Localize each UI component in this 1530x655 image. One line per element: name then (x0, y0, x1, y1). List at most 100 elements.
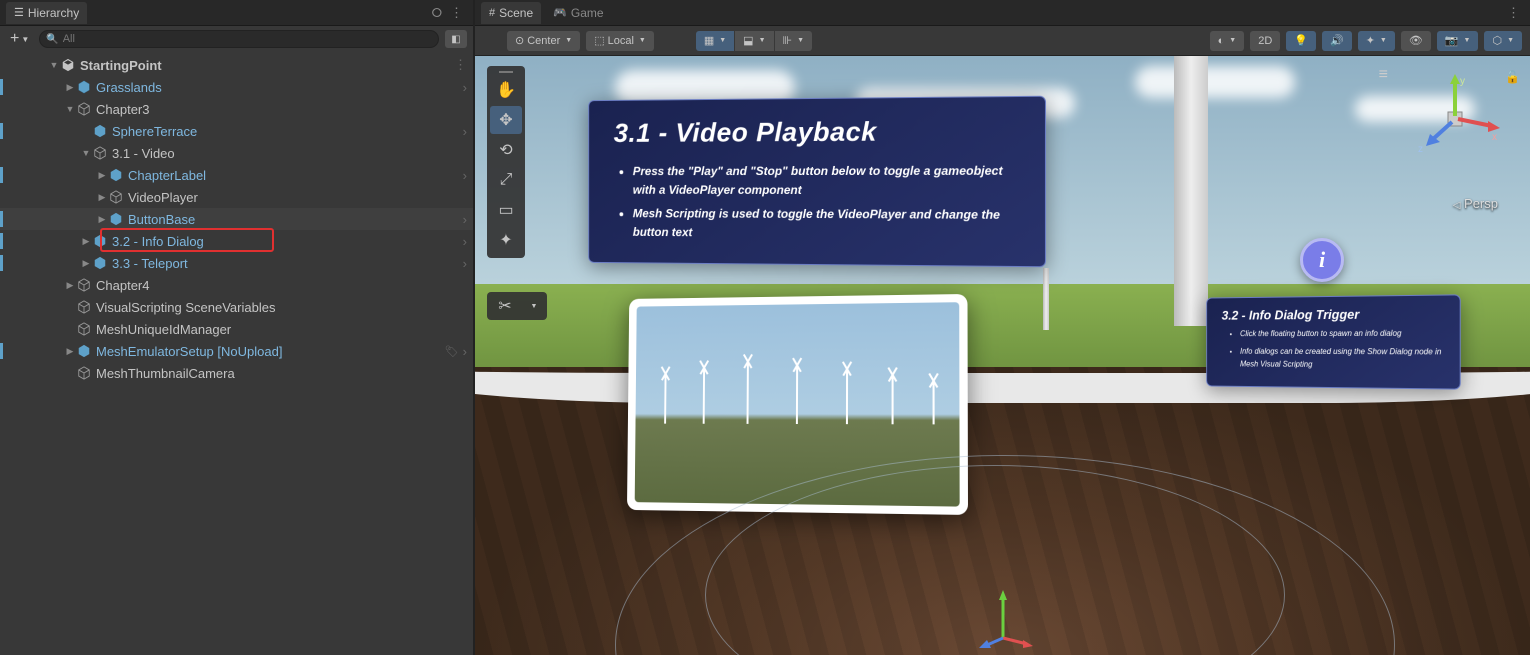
rect-tool-button[interactable]: ▭ (490, 196, 522, 224)
game-tab[interactable]: 🎮 Game (545, 2, 611, 24)
chevron-right-icon[interactable]: › (459, 212, 467, 227)
tree-row-grasslands[interactable]: ▶ Grasslands › (0, 76, 473, 98)
collapse-arrow-icon[interactable]: ▶ (80, 236, 92, 247)
collapse-arrow-icon[interactable]: ▶ (64, 346, 76, 357)
scene-viewport[interactable]: 3.1 - Video Playback Press the "Play" an… (475, 56, 1530, 655)
space-mode-dropdown[interactable]: ⬚ Local ▼ (586, 31, 654, 51)
drag-handle-icon[interactable] (487, 69, 525, 75)
prefab-cube-icon (92, 233, 108, 249)
draw-mode-dropdown[interactable]: ◐▼ (1210, 31, 1245, 51)
item-label: 3.2 - Info Dialog (112, 234, 459, 249)
move-icon: ✥ (499, 110, 512, 130)
chevron-right-icon[interactable]: › (459, 124, 467, 139)
lighting-toggle[interactable]: 💡 (1286, 31, 1316, 51)
tree-row-meshthumbnail[interactable]: ▶ MeshThumbnailCamera (0, 362, 473, 384)
item-label: VisualScripting SceneVariables (96, 300, 467, 315)
tree-row-sphereterrace[interactable]: ▶ SphereTerrace › (0, 120, 473, 142)
tree-row-meshunique[interactable]: ▶ MeshUniqueIdManager (0, 318, 473, 340)
transform-gizmo[interactable] (973, 588, 1033, 653)
tree-row-chapterlabel[interactable]: ▶ ChapterLabel › (0, 164, 473, 186)
chevron-right-icon[interactable]: › (459, 168, 467, 183)
unity-scene-icon (60, 57, 76, 73)
scene-row-startingpoint[interactable]: ▼ StartingPoint ⋮ (0, 54, 473, 76)
camera-button[interactable]: 📷▼ (1437, 31, 1479, 51)
card-title: 3.1 - Video Playback (614, 115, 1018, 148)
search-layer-button[interactable]: ◧ (445, 30, 467, 48)
tree-row-videoplayer[interactable]: ▶ VideoPlayer (0, 186, 473, 208)
space-label: Local (608, 35, 634, 47)
move-tool-button[interactable]: ✥ (490, 106, 522, 134)
expand-arrow-icon[interactable]: ▼ (48, 60, 60, 70)
tree-row-chapter4[interactable]: ▶ Chapter4 (0, 274, 473, 296)
lock-icon[interactable]: ⭘ (428, 5, 446, 21)
2d-label: 2D (1258, 35, 1272, 47)
item-label: MeshUniqueIdManager (96, 322, 467, 337)
hand-tool-button[interactable]: ✋ (490, 76, 522, 104)
transform-tool-button[interactable]: ✦ (490, 226, 522, 254)
shaded-icon: ◐ (1218, 35, 1225, 47)
create-dropdown[interactable]: + ▼ (6, 28, 33, 50)
gameobject-cube-icon (76, 299, 92, 315)
chevron-right-icon[interactable]: › (459, 80, 467, 95)
context-menu-icon[interactable]: ⋮ (450, 57, 467, 73)
tag-icon: 🏷 (441, 345, 459, 358)
item-label: 3.3 - Teleport (112, 256, 459, 271)
fx-toggle[interactable]: ✦▼ (1358, 31, 1395, 51)
snap-settings-button[interactable]: ⬓▼ (735, 31, 774, 51)
collapse-arrow-icon[interactable]: ▶ (96, 192, 108, 203)
fx-icon: ✦ (1366, 34, 1375, 47)
item-label: ButtonBase (128, 212, 459, 227)
scale-tool-button[interactable]: ⤢ (490, 166, 522, 194)
search-input[interactable] (63, 33, 432, 45)
custom-tool-dropdown[interactable]: ▼ (524, 295, 542, 317)
gizmos-dropdown[interactable]: ⬡▼ (1484, 31, 1522, 51)
caret-down-icon: ▼ (719, 37, 726, 44)
audio-toggle[interactable]: 🔊 (1322, 31, 1352, 51)
item-label: Grasslands (96, 80, 459, 95)
scene-pillar (1043, 268, 1049, 330)
collapse-arrow-icon[interactable]: ▶ (64, 280, 76, 291)
panel-menu-icon[interactable]: ⋮ (1503, 5, 1524, 21)
chevron-right-icon[interactable]: › (459, 344, 467, 359)
orientation-gizmo[interactable]: y x z (1410, 74, 1500, 164)
2d-toggle[interactable]: 2D (1250, 31, 1280, 51)
hidden-toggle[interactable]: 👁 (1401, 31, 1431, 51)
overlay-menu-icon[interactable]: ≡ (1379, 66, 1390, 84)
pivot-mode-dropdown[interactable]: ⊙ Center ▼ (507, 31, 580, 51)
tree-row-33teleport[interactable]: ▶ 3.3 - Teleport › (0, 252, 473, 274)
card-bullet: Press the "Play" and "Stop" button below… (633, 162, 1018, 200)
camera-icon: 📷 (1445, 34, 1459, 47)
tree-row-meshemulator[interactable]: ▶ MeshEmulatorSetup [NoUpload] 🏷 › (0, 340, 473, 362)
grid-snap-button[interactable]: ▦▼ (696, 31, 735, 51)
hierarchy-tab[interactable]: ☰ Hierarchy (6, 2, 87, 24)
chevron-right-icon[interactable]: › (459, 234, 467, 249)
item-label: Chapter4 (96, 278, 467, 293)
collapse-arrow-icon[interactable]: ▶ (64, 82, 76, 93)
tree-row-chapter3[interactable]: ▼ Chapter3 (0, 98, 473, 120)
collapse-arrow-icon[interactable]: ▶ (96, 214, 108, 225)
collapse-arrow-icon[interactable]: ▶ (96, 170, 108, 181)
panel-menu-icon[interactable]: ⋮ (446, 5, 467, 21)
scene-tab[interactable]: # Scene (481, 2, 541, 24)
hierarchy-panel: ☰ Hierarchy ⭘ ⋮ + ▼ 🔍 ◧ ▼ StartingPoint … (0, 0, 475, 655)
increment-snap-button[interactable]: ⊪▼ (775, 31, 813, 51)
tree-row-visualscripting[interactable]: ▶ VisualScripting SceneVariables (0, 296, 473, 318)
tree-row-buttonbase[interactable]: ▶ ButtonBase › (0, 208, 473, 230)
search-icon: 🔍 (46, 34, 58, 45)
scene-custom-tools: ✂ ▼ (487, 292, 547, 320)
gameobject-cube-icon (76, 101, 92, 117)
tree-row-32info[interactable]: ▶ 3.2 - Info Dialog › (0, 230, 473, 252)
collapse-arrow-icon[interactable]: ▶ (80, 258, 92, 269)
custom-tool-button[interactable]: ✂ (492, 295, 518, 317)
chevron-right-icon[interactable]: › (459, 256, 467, 271)
scene-info-button: i (1300, 238, 1344, 282)
rotate-tool-button[interactable]: ⟲ (490, 136, 522, 164)
hierarchy-icon: ☰ (14, 6, 24, 19)
projection-label[interactable]: ◁ Persp (1453, 196, 1498, 211)
tree-row-31video[interactable]: ▼ 3.1 - Video (0, 142, 473, 164)
expand-arrow-icon[interactable]: ▼ (80, 148, 92, 158)
hierarchy-search[interactable]: 🔍 (39, 30, 439, 48)
expand-arrow-icon[interactable]: ▼ (64, 104, 76, 114)
gizmo-lock-icon[interactable]: 🔓 (1505, 70, 1520, 84)
scene-tab-label: Scene (499, 6, 533, 20)
